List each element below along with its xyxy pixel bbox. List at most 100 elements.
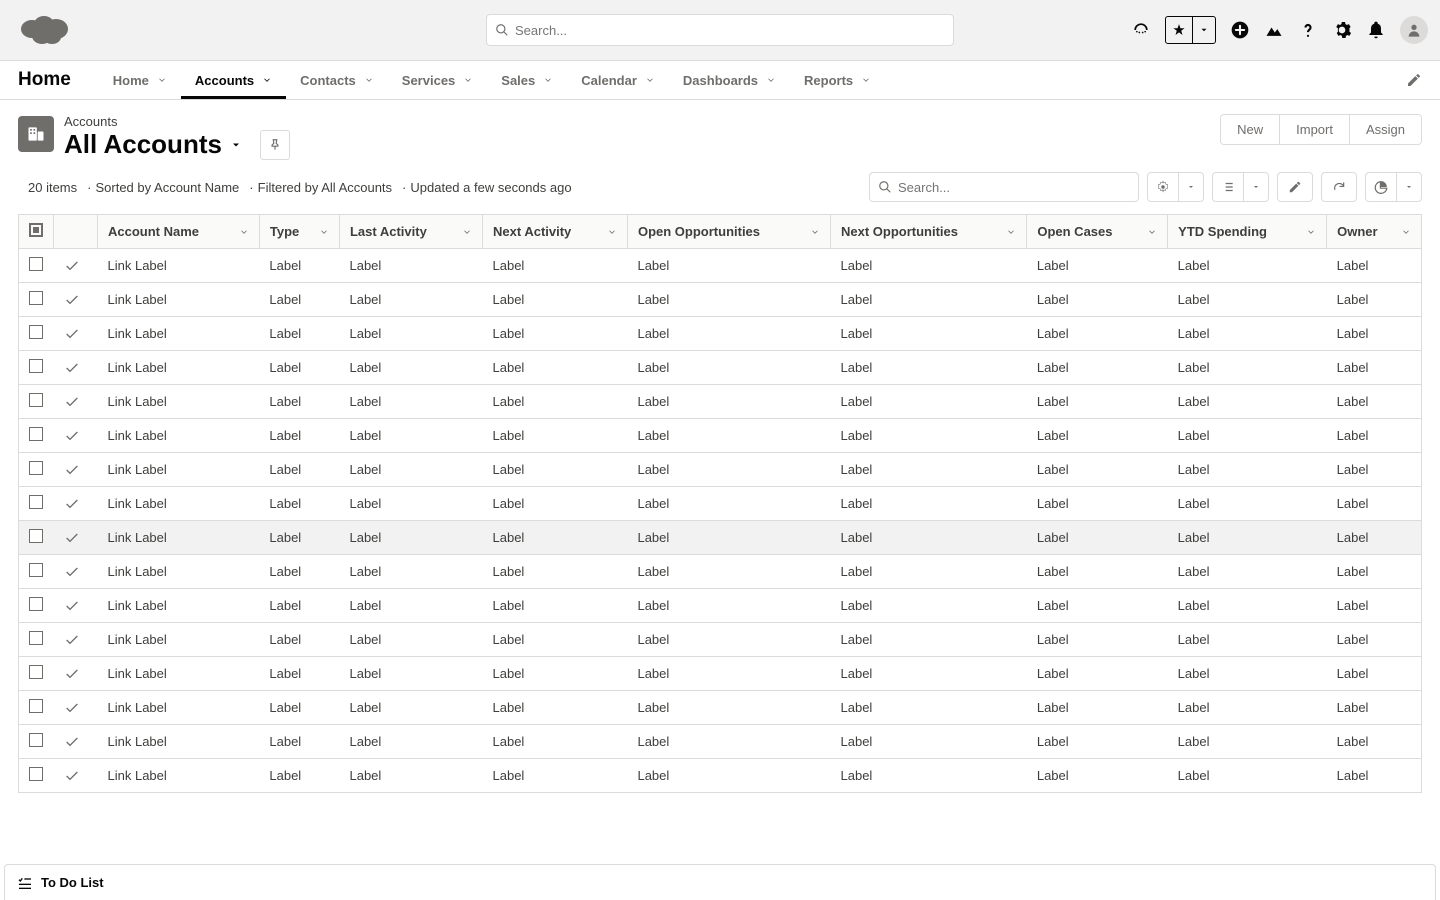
account-name-cell[interactable]: Link Label	[98, 283, 260, 317]
gear-icon[interactable]	[1332, 20, 1352, 40]
column-menu-caret-icon[interactable]	[1401, 227, 1411, 237]
new-button[interactable]: New	[1221, 115, 1279, 144]
account-name-cell[interactable]: Link Label	[98, 317, 260, 351]
global-search-input[interactable]	[509, 23, 945, 38]
salesforce-logo-icon[interactable]	[18, 13, 70, 47]
table-row[interactable]: Link LabelLabelLabelLabelLabelLabelLabel…	[19, 419, 1422, 453]
nav-tab-sales[interactable]: Sales	[487, 61, 567, 99]
table-row[interactable]: Link LabelLabelLabelLabelLabelLabelLabel…	[19, 657, 1422, 691]
nav-tab-accounts[interactable]: Accounts	[181, 61, 286, 99]
pie-chart-icon[interactable]	[1366, 173, 1396, 201]
column-header[interactable]: Open Cases	[1027, 215, 1168, 249]
account-name-cell[interactable]: Link Label	[98, 657, 260, 691]
column-menu-caret-icon[interactable]	[1147, 227, 1157, 237]
row-checkbox[interactable]	[29, 461, 43, 475]
account-name-cell[interactable]: Link Label	[98, 725, 260, 759]
column-header[interactable]: Type	[259, 215, 339, 249]
display-as-menu[interactable]	[1212, 172, 1269, 202]
row-checkbox[interactable]	[29, 767, 43, 781]
account-name-cell[interactable]: Link Label	[98, 555, 260, 589]
table-row[interactable]: Link LabelLabelLabelLabelLabelLabelLabel…	[19, 487, 1422, 521]
row-checkbox[interactable]	[29, 359, 43, 373]
row-checkbox[interactable]	[29, 257, 43, 271]
refresh-button[interactable]	[1321, 172, 1357, 202]
table-row[interactable]: Link LabelLabelLabelLabelLabelLabelLabel…	[19, 317, 1422, 351]
account-name-cell[interactable]: Link Label	[98, 521, 260, 555]
row-checkbox[interactable]	[29, 427, 43, 441]
nav-tab-reports[interactable]: Reports	[790, 61, 885, 99]
table-row[interactable]: Link LabelLabelLabelLabelLabelLabelLabel…	[19, 691, 1422, 725]
favorites-caret-icon[interactable]	[1192, 17, 1215, 43]
edit-list-button[interactable]	[1277, 172, 1313, 202]
nav-tab-dashboards[interactable]: Dashboards	[669, 61, 790, 99]
row-checkbox[interactable]	[29, 597, 43, 611]
todo-list-button[interactable]: To Do List	[17, 875, 104, 891]
account-name-cell[interactable]: Link Label	[98, 385, 260, 419]
setup-help-icon[interactable]	[1131, 20, 1151, 40]
account-name-cell[interactable]: Link Label	[98, 453, 260, 487]
table-row[interactable]: Link LabelLabelLabelLabelLabelLabelLabel…	[19, 555, 1422, 589]
table-row[interactable]: Link LabelLabelLabelLabelLabelLabelLabel…	[19, 521, 1422, 555]
table-row[interactable]: Link LabelLabelLabelLabelLabelLabelLabel…	[19, 589, 1422, 623]
column-menu-caret-icon[interactable]	[810, 227, 820, 237]
nav-tab-services[interactable]: Services	[388, 61, 488, 99]
select-all-checkbox[interactable]	[29, 223, 43, 237]
row-checkbox[interactable]	[29, 325, 43, 339]
column-header[interactable]: Account Name	[98, 215, 260, 249]
list-search-input[interactable]	[892, 180, 1130, 195]
caret-down-icon[interactable]	[1178, 173, 1203, 201]
row-checkbox[interactable]	[29, 563, 43, 577]
table-view-icon[interactable]	[1213, 173, 1243, 201]
account-name-cell[interactable]: Link Label	[98, 419, 260, 453]
pin-list-button[interactable]	[260, 130, 290, 160]
table-row[interactable]: Link LabelLabelLabelLabelLabelLabelLabel…	[19, 453, 1422, 487]
account-name-cell[interactable]: Link Label	[98, 351, 260, 385]
caret-down-icon[interactable]	[1243, 173, 1268, 201]
gear-small-icon[interactable]	[1148, 173, 1178, 201]
table-row[interactable]: Link LabelLabelLabelLabelLabelLabelLabel…	[19, 283, 1422, 317]
user-avatar[interactable]	[1400, 16, 1428, 44]
column-menu-caret-icon[interactable]	[462, 227, 472, 237]
column-menu-caret-icon[interactable]	[1306, 227, 1316, 237]
row-checkbox[interactable]	[29, 699, 43, 713]
nav-tab-contacts[interactable]: Contacts	[286, 61, 388, 99]
column-menu-caret-icon[interactable]	[607, 227, 617, 237]
row-checkbox[interactable]	[29, 529, 43, 543]
table-row[interactable]: Link LabelLabelLabelLabelLabelLabelLabel…	[19, 623, 1422, 657]
nav-tab-home[interactable]: Home	[99, 61, 181, 99]
column-header[interactable]: Next Activity	[483, 215, 628, 249]
account-name-cell[interactable]: Link Label	[98, 487, 260, 521]
account-name-cell[interactable]: Link Label	[98, 249, 260, 283]
table-row[interactable]: Link LabelLabelLabelLabelLabelLabelLabel…	[19, 385, 1422, 419]
column-header[interactable]: YTD Spending	[1168, 215, 1327, 249]
row-checkbox[interactable]	[29, 631, 43, 645]
trailblazer-icon[interactable]	[1264, 20, 1284, 40]
account-name-cell[interactable]: Link Label	[98, 759, 260, 793]
table-row[interactable]: Link LabelLabelLabelLabelLabelLabelLabel…	[19, 759, 1422, 793]
column-header[interactable]: Open Opportunities	[627, 215, 830, 249]
account-name-cell[interactable]: Link Label	[98, 589, 260, 623]
column-header[interactable]: Last Activity	[339, 215, 482, 249]
list-view-selector[interactable]: All Accounts	[64, 129, 242, 160]
column-header[interactable]: Owner	[1327, 215, 1422, 249]
row-checkbox[interactable]	[29, 495, 43, 509]
edit-nav-icon[interactable]	[1406, 72, 1422, 88]
table-row[interactable]: Link LabelLabelLabelLabelLabelLabelLabel…	[19, 249, 1422, 283]
list-settings-menu[interactable]	[1147, 172, 1204, 202]
assign-button[interactable]: Assign	[1349, 115, 1421, 144]
row-checkbox[interactable]	[29, 665, 43, 679]
table-row[interactable]: Link LabelLabelLabelLabelLabelLabelLabel…	[19, 725, 1422, 759]
import-button[interactable]: Import	[1279, 115, 1349, 144]
table-row[interactable]: Link LabelLabelLabelLabelLabelLabelLabel…	[19, 351, 1422, 385]
column-menu-caret-icon[interactable]	[1006, 227, 1016, 237]
chart-menu[interactable]	[1365, 172, 1422, 202]
column-menu-caret-icon[interactable]	[319, 227, 329, 237]
account-name-cell[interactable]: Link Label	[98, 691, 260, 725]
caret-down-icon[interactable]	[1396, 173, 1421, 201]
row-checkbox[interactable]	[29, 733, 43, 747]
row-checkbox[interactable]	[29, 393, 43, 407]
star-icon[interactable]	[1166, 17, 1192, 43]
column-header[interactable]: Next Opportunities	[831, 215, 1027, 249]
favorites-menu[interactable]	[1165, 16, 1216, 44]
row-checkbox[interactable]	[29, 291, 43, 305]
